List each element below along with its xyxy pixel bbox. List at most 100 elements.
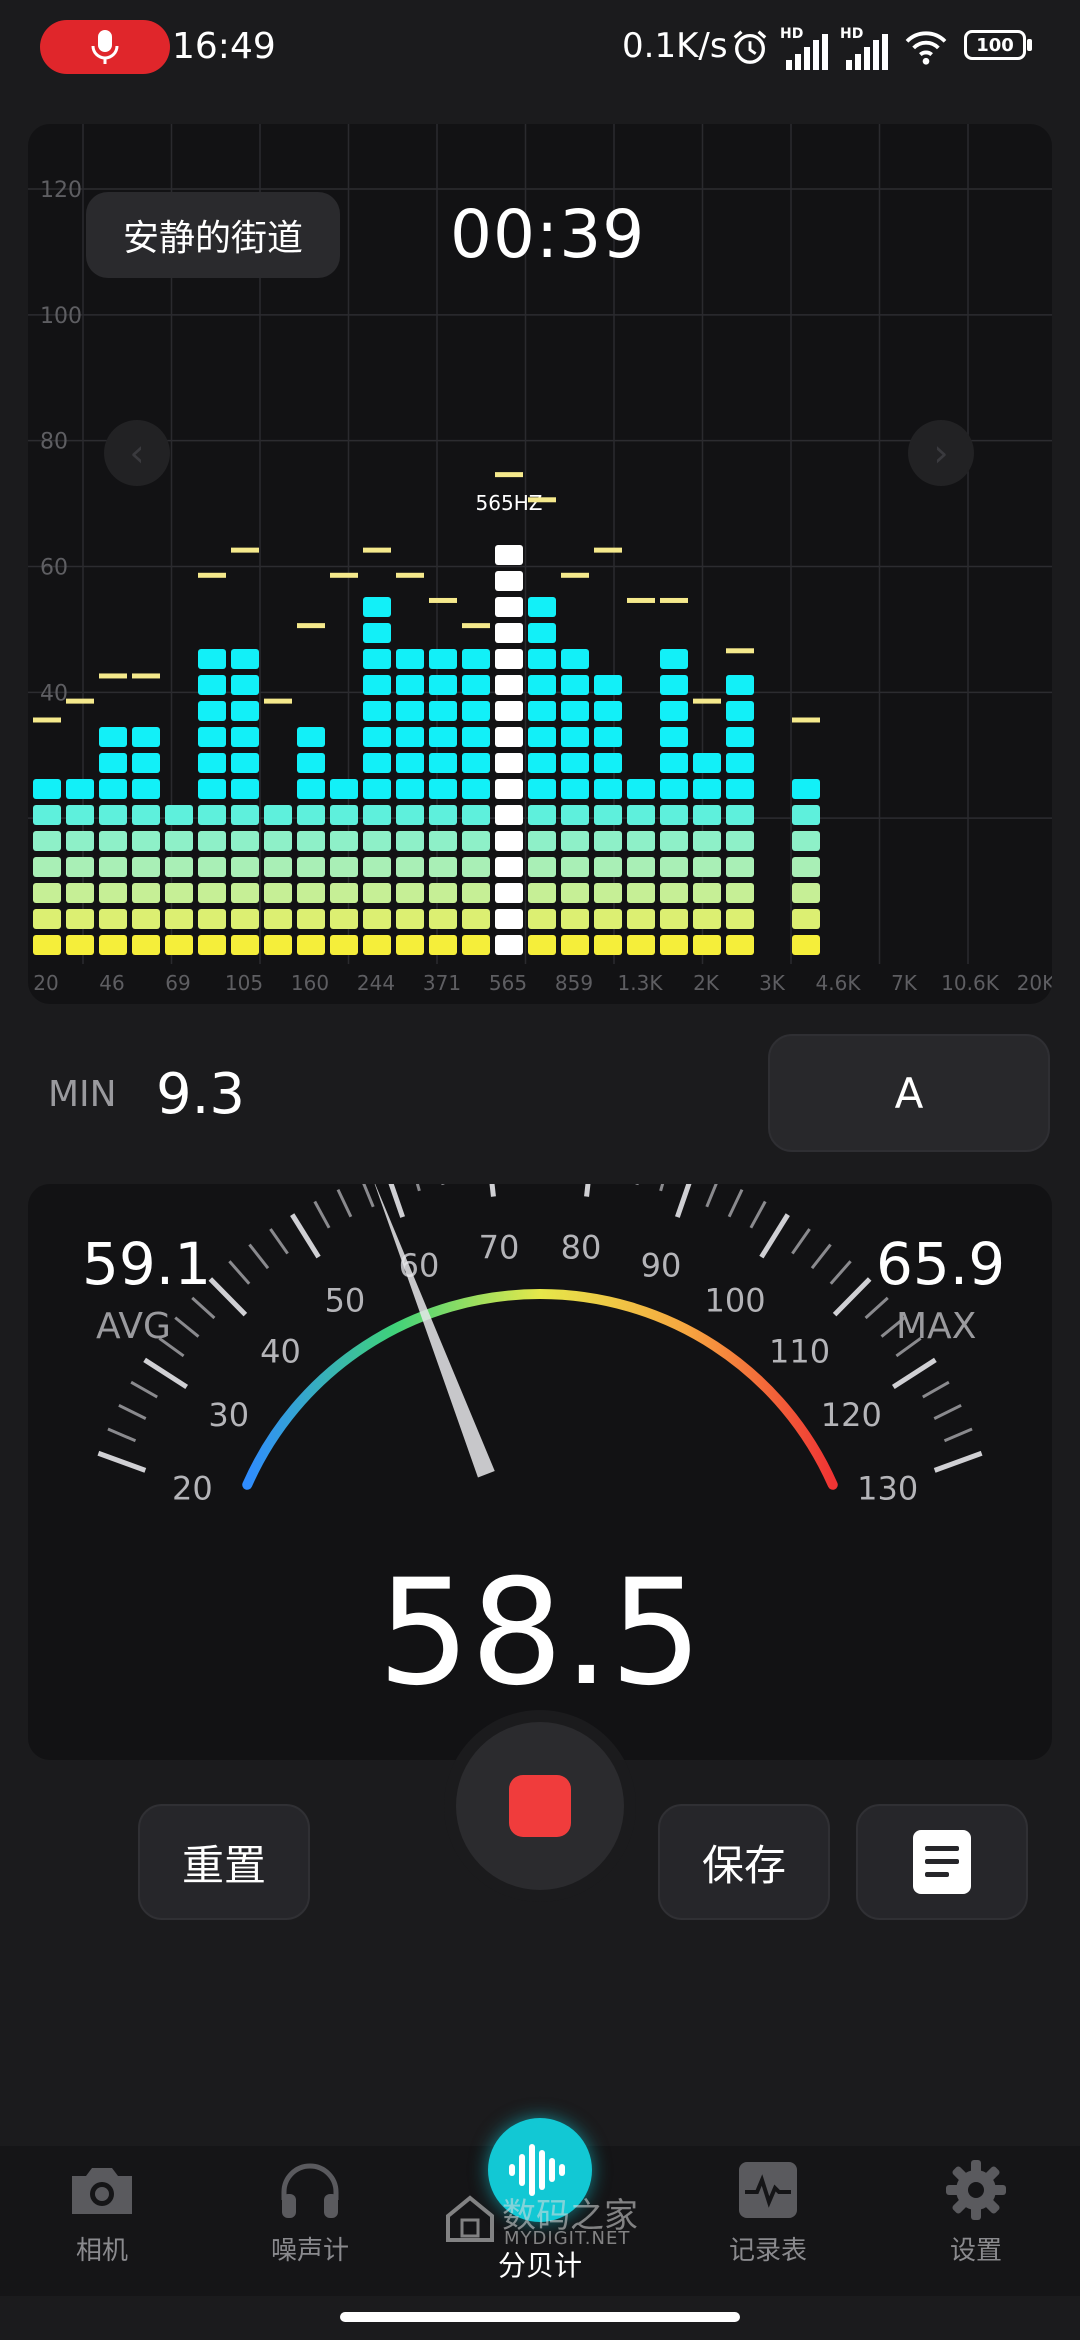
spectrum-bar-segment <box>495 675 523 695</box>
spectrum-bar-segment <box>660 675 688 695</box>
spectrum-bar-segment <box>264 831 292 851</box>
spectrum-bar-segment <box>528 597 556 617</box>
spectrum-bar-segment <box>429 675 457 695</box>
spectrum-bar-segment <box>561 779 589 799</box>
spectrum-bar-segment <box>660 935 688 955</box>
y-tick-label: 40 <box>40 681 68 706</box>
spectrum-bar-segment <box>99 753 127 773</box>
nav-label-noise-meter: 噪声计 <box>270 2236 349 2266</box>
spectrum-bar-segment <box>528 727 556 747</box>
spectrum-bar-segment <box>264 857 292 877</box>
spectrum-bar-segment <box>264 883 292 903</box>
spectrum-bar-segment <box>363 701 391 721</box>
x-tick-label: 3K <box>759 971 786 995</box>
next-arrow-icon[interactable]: › <box>908 420 974 486</box>
nav-item-camera[interactable]: 相机 <box>22 2160 182 2267</box>
gauge-scale-label: 40 <box>260 1332 301 1370</box>
network-speed: 0.1K/s <box>622 26 728 66</box>
spectrum-bar-segment <box>396 831 424 851</box>
y-tick-label: 60 <box>40 556 68 581</box>
nav-item-noise-meter[interactable]: 噪声计 <box>230 2160 390 2267</box>
gauge-minor-tick <box>336 1188 353 1218</box>
stop-icon <box>509 1775 571 1837</box>
spectrum-bar-segment <box>396 935 424 955</box>
spectrum-bar-segment <box>726 779 754 799</box>
spectrum-bar-segment <box>726 701 754 721</box>
save-button[interactable]: 保存 <box>658 1804 830 1920</box>
spectrum-bar-segment <box>693 753 721 773</box>
spectrum-bar-segment <box>99 909 127 929</box>
spectrum-bar-segment <box>132 909 160 929</box>
watermark-logo-icon <box>444 2192 496 2244</box>
spectrum-bar-segment <box>330 883 358 903</box>
spectrum-bar-segment <box>429 701 457 721</box>
spectrum-bar-segment <box>363 805 391 825</box>
spectrum-bar-segment <box>660 701 688 721</box>
nav-item-records[interactable]: 记录表 <box>688 2160 848 2267</box>
stop-record-button[interactable] <box>456 1722 624 1890</box>
reset-button[interactable]: 重置 <box>138 1804 310 1920</box>
x-tick-label: 4.6K <box>816 971 862 995</box>
y-tick-label: 120 <box>40 178 82 203</box>
spectrum-bar-segment <box>231 727 259 747</box>
spectrum-bar-segment <box>627 935 655 955</box>
spectrum-peak-marker <box>132 673 160 679</box>
spectrum-bar-segment <box>627 831 655 851</box>
status-bar: 16:49 0.1K/s HD HD 100 <box>0 0 1080 100</box>
spectrum-bar-segment <box>462 649 490 669</box>
gauge-minor-tick <box>659 1184 665 1192</box>
spectrum-bar-segment <box>99 779 127 799</box>
gauge-minor-tick <box>933 1403 962 1420</box>
spectrum-bar-segment <box>594 909 622 929</box>
spectrum-bar-segment <box>66 883 94 903</box>
scene-label[interactable]: 安静的街道 <box>86 192 340 278</box>
gauge-major-tick <box>584 1184 591 1197</box>
x-tick-label: 69 <box>165 971 190 995</box>
spectrum-bar-segment <box>330 779 358 799</box>
gauge-minor-tick <box>635 1184 639 1186</box>
prev-arrow-icon[interactable]: ‹ <box>104 420 170 486</box>
x-tick-label: 10.6K <box>941 971 1000 995</box>
spectrum-bar-segment <box>165 883 193 903</box>
headphones-icon <box>275 2160 345 2220</box>
spectrum-bar-segment <box>528 831 556 851</box>
recording-timer: 00:39 <box>450 196 646 273</box>
spectrum-bar-segment <box>231 935 259 955</box>
spectrum-bar-segment <box>462 805 490 825</box>
spectrum-bar-segment <box>462 831 490 851</box>
spectrum-bar-segment <box>396 675 424 695</box>
spectrum-bar-segment <box>561 701 589 721</box>
spectrum-bar-segment <box>660 779 688 799</box>
spectrum-bar-segment <box>132 805 160 825</box>
spectrum-bar-segment <box>792 805 820 825</box>
nav-item-settings[interactable]: 设置 <box>896 2160 1056 2267</box>
spectrum-bar-segment <box>165 805 193 825</box>
spectrum-bar-segment <box>231 649 259 669</box>
spectrum-peak-marker <box>33 717 61 723</box>
spectrum-bar-segment <box>693 883 721 903</box>
spectrum-bar-segment <box>462 753 490 773</box>
gauge-minor-tick <box>130 1380 158 1399</box>
spectrum-bar-segment <box>198 779 226 799</box>
spectrum-peak-marker <box>528 497 556 503</box>
weighting-button[interactable]: A <box>768 1034 1050 1152</box>
spectrum-bar-segment <box>660 753 688 773</box>
spectrum-bar-segment <box>396 727 424 747</box>
nav-label-records: 记录表 <box>728 2236 807 2266</box>
spectrum-bar-segment <box>396 779 424 799</box>
spectrum-bar-segment <box>495 805 523 825</box>
recording-indicator[interactable] <box>40 20 170 74</box>
home-indicator[interactable] <box>340 2312 740 2322</box>
spectrum-bar-segment <box>297 883 325 903</box>
gauge-minor-tick <box>174 1316 200 1338</box>
records-list-button[interactable] <box>856 1804 1028 1920</box>
avg-label: AVG <box>96 1306 171 1347</box>
spectrum-bar-segment <box>627 805 655 825</box>
gauge-scale-label: 70 <box>479 1228 520 1266</box>
camera-icon <box>67 2160 137 2220</box>
spectrum-bar-segment <box>297 779 325 799</box>
watermark-subtext: MYDIGIT.NET <box>504 2228 631 2249</box>
gear-icon <box>941 2160 1011 2220</box>
chart-record-icon <box>733 2160 803 2220</box>
spectrum-bar-segment <box>363 753 391 773</box>
